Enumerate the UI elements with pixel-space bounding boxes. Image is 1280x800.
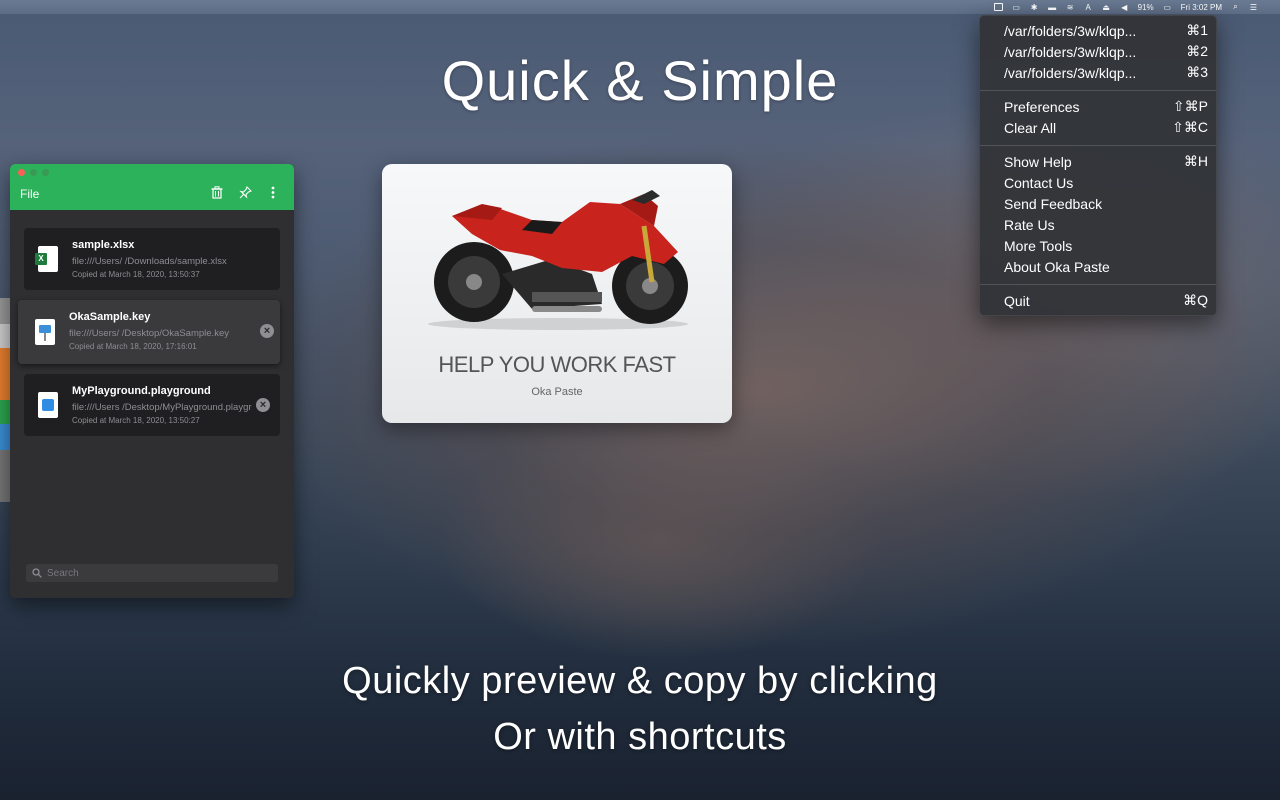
oka-paste-window: File X sample.xlsx file:///Users/ /Downl… xyxy=(10,164,294,598)
dock-sliver xyxy=(0,298,10,324)
dock-sliver xyxy=(0,424,10,450)
display-icon[interactable]: ▬ xyxy=(1048,3,1057,12)
dock-sliver xyxy=(0,400,10,424)
battery-percent[interactable]: 91% xyxy=(1138,3,1154,12)
search-icon xyxy=(32,568,42,578)
menu-item-about[interactable]: About Oka Paste xyxy=(1004,256,1208,277)
recent-item-1[interactable]: /var/folders/3w/klqp... ⌘1 xyxy=(1004,20,1208,41)
hero-line-1: Quickly preview & copy by clicking xyxy=(342,660,938,702)
menu-separator xyxy=(980,145,1216,146)
hero-line-2: Or with shortcuts xyxy=(493,716,787,758)
oka-paste-menubar-icon[interactable] xyxy=(993,3,1003,11)
spotlight-icon[interactable]: ⌕ xyxy=(1231,2,1240,11)
preview-headline: HELP YOU WORK FAST xyxy=(438,352,676,377)
more-options-icon[interactable] xyxy=(266,185,280,199)
volume-icon[interactable]: ◀ xyxy=(1120,3,1129,12)
menu-item-rate-us[interactable]: Rate Us xyxy=(1004,214,1208,235)
zoom-window-button[interactable] xyxy=(42,169,49,176)
recent-item-2[interactable]: /var/folders/3w/klqp... ⌘2 xyxy=(1004,41,1208,62)
window-title[interactable]: File xyxy=(20,187,39,201)
trash-icon[interactable] xyxy=(210,185,224,199)
clip-name: OkaSample.key xyxy=(69,311,151,323)
clip-item-selected[interactable]: OkaSample.key file:///Users/ /Desktop/Ok… xyxy=(18,300,280,364)
menu-item-show-help[interactable]: Show Help ⌘H xyxy=(1004,151,1208,172)
menu-item-preferences[interactable]: Preferences ⇧⌘P xyxy=(1004,96,1208,117)
close-window-button[interactable] xyxy=(18,169,25,176)
search-input[interactable]: Search xyxy=(26,564,278,582)
clip-time: Copied at March 18, 2020, 13:50:27 xyxy=(72,416,200,425)
menu-item-clear-all[interactable]: Clear All ⇧⌘C xyxy=(1004,117,1208,138)
keynote-file-icon xyxy=(35,319,55,345)
window-header: File xyxy=(10,164,294,210)
bluetooth-icon[interactable]: ✱ xyxy=(1030,3,1039,12)
remove-clip-icon[interactable]: × xyxy=(260,324,274,338)
dock-sliver xyxy=(0,450,10,502)
menu-item-contact-us[interactable]: Contact Us xyxy=(1004,172,1208,193)
input-source-icon[interactable]: A xyxy=(1084,3,1093,12)
dock-sliver xyxy=(0,348,10,400)
battery-icon[interactable]: ▭ xyxy=(1163,3,1172,12)
clip-path: file:///Users/ /Downloads/sample.xlsx xyxy=(72,256,227,267)
minimize-window-button[interactable] xyxy=(30,169,37,176)
menu-item-send-feedback[interactable]: Send Feedback xyxy=(1004,193,1208,214)
clip-time: Copied at March 18, 2020, 17:16:01 xyxy=(69,342,197,351)
remove-clip-icon[interactable]: × xyxy=(256,398,270,412)
clip-item[interactable]: X sample.xlsx file:///Users/ /Downloads/… xyxy=(24,228,280,290)
menubar-clock[interactable]: Fri 3:02 PM xyxy=(1181,3,1222,12)
menu-item-quit[interactable]: Quit ⌘Q xyxy=(1004,290,1208,311)
clip-time: Copied at March 18, 2020, 13:50:37 xyxy=(72,270,200,279)
window-controls xyxy=(18,169,49,176)
status-menu: /var/folders/3w/klqp... ⌘1 /var/folders/3… xyxy=(979,15,1217,316)
recent-item-3[interactable]: /var/folders/3w/klqp... ⌘3 xyxy=(1004,62,1208,83)
swift-file-icon xyxy=(38,392,58,418)
dock-sliver xyxy=(0,324,10,348)
menu-separator xyxy=(980,90,1216,91)
clip-item[interactable]: MyPlayground.playground file:///Users /D… xyxy=(24,374,280,436)
control-center-icon[interactable]: ☰ xyxy=(1249,3,1258,12)
excel-file-icon: X xyxy=(35,246,58,272)
wifi-icon[interactable]: ≋ xyxy=(1066,3,1075,12)
search-placeholder: Search xyxy=(47,567,79,579)
clip-path: file:///Users /Desktop/MyPlayground.play… xyxy=(72,402,252,413)
clip-name: MyPlayground.playground xyxy=(72,385,211,397)
clip-name: sample.xlsx xyxy=(72,239,135,251)
menu-bar: ▭ ✱ ▬ ≋ A ⏏ ◀ 91% ▭ Fri 3:02 PM ⌕ ☰ xyxy=(0,0,1280,14)
pin-icon[interactable] xyxy=(238,185,252,199)
quick-preview-card: HELP YOU WORK FAST Oka Paste xyxy=(382,164,732,423)
motorcycle-image xyxy=(428,190,688,330)
menu-item-more-tools[interactable]: More Tools xyxy=(1004,235,1208,256)
eject-icon[interactable]: ⏏ xyxy=(1102,3,1111,12)
airplay-icon[interactable]: ▭ xyxy=(1012,3,1021,12)
menu-separator xyxy=(980,284,1216,285)
clip-path: file:///Users/ /Desktop/OkaSample.key xyxy=(69,328,229,339)
preview-subline: Oka Paste xyxy=(531,386,583,398)
